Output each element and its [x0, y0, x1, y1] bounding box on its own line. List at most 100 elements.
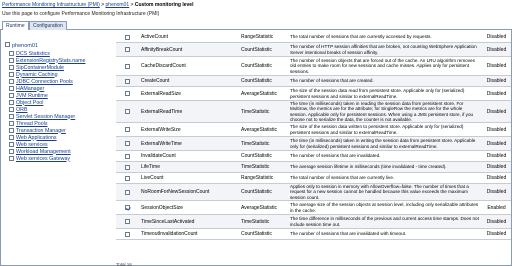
counter-status: Disabled — [486, 189, 507, 195]
row-select-checkbox[interactable] — [124, 141, 130, 146]
tree-item[interactable]: HAManager — [9, 85, 44, 92]
table-row: ActiveCount RangeStatistic The total numbe… — [116, 32, 511, 43]
tree-item-label: Object Pool — [16, 99, 44, 106]
counter-type: AverageStatistic — [241, 90, 278, 97]
breadcrumb-server-link[interactable]: phenom01 — [106, 2, 130, 8]
counter-status: Disabled — [486, 34, 507, 40]
tree-item[interactable]: Thread Pools — [9, 120, 48, 127]
counter-name: ExternalReadTime — [141, 108, 183, 115]
tree-item[interactable]: Transaction Manager — [9, 127, 66, 134]
row-select-checkbox[interactable] — [124, 219, 130, 224]
row-select-checkbox[interactable] — [124, 231, 130, 237]
tree-item-checkbox[interactable] — [9, 58, 14, 63]
table-row: NoRoomForNewSessionCount CountStatistic Ap… — [116, 184, 511, 201]
tree-item-checkbox[interactable] — [9, 86, 14, 91]
tree-item-checkbox[interactable] — [9, 149, 14, 154]
tree-item[interactable]: ORB — [9, 106, 27, 113]
table-row: ExternalWriteTime TimeStatistic The time (… — [116, 137, 511, 151]
tree-item[interactable]: Web Applications — [9, 134, 57, 141]
row-select-checkbox[interactable] — [124, 175, 130, 181]
tree-item-checkbox[interactable] — [9, 93, 14, 98]
tree-item-checkbox[interactable] — [9, 135, 14, 140]
tree-item-checkbox[interactable] — [9, 121, 14, 126]
counter-description: The time (in milliseconds) taken in writ… — [290, 138, 476, 149]
counter-status: Disabled — [486, 46, 507, 53]
tree-item[interactable]: Web services — [9, 141, 48, 148]
tree-item-label: JDBC Connection Pools — [16, 78, 73, 85]
row-select-checkbox[interactable] — [124, 205, 130, 210]
tree-item-checkbox[interactable] — [9, 142, 14, 147]
tree-item[interactable]: JVM Runtime — [9, 92, 48, 99]
tree-item-label: Dynamic Caching — [16, 71, 58, 78]
breadcrumb-pmi-link[interactable]: Performance Monitoring Infrastructure (P… — [2, 2, 100, 8]
table-row: SessionObjectSize AverageStatistic The ave… — [116, 201, 511, 215]
tree-item-label: Transaction Manager — [16, 127, 66, 134]
tree-item[interactable]: Dynamic Caching — [9, 71, 58, 78]
counter-status: Disabled — [486, 218, 507, 225]
counter-description: The time (in milliseconds) taken in read… — [290, 100, 474, 122]
row-select-checkbox[interactable] — [124, 78, 130, 84]
counter-status: Disabled — [486, 78, 507, 84]
row-select-checkbox[interactable] — [124, 109, 130, 114]
tab-bar: Runtime Configuration — [0, 20, 512, 31]
row-select-checkbox[interactable] — [124, 63, 130, 69]
counter-name: AffinityBreakCount — [141, 46, 183, 53]
row-select-checkbox[interactable] — [124, 164, 130, 170]
row-select-checkbox[interactable] — [124, 47, 130, 52]
tree-item[interactable]: Object Pool — [9, 99, 43, 106]
breadcrumb-separator: > — [130, 2, 134, 8]
counter-name: TimeSinceLastActivated — [141, 218, 195, 225]
counter-type: CountStatistic — [241, 46, 272, 53]
counter-name: ExternalWriteSize — [141, 126, 181, 133]
tree-item[interactable]: SipContainerModule — [9, 64, 64, 71]
counter-status: Disabled — [486, 175, 507, 181]
counter-type: TimeStatistic — [241, 108, 270, 115]
tree-item-checkbox[interactable] — [9, 51, 14, 56]
row-select-checkbox[interactable] — [124, 127, 130, 132]
tree-item[interactable]: Workload Management — [9, 148, 71, 155]
row-select-checkbox[interactable] — [124, 91, 130, 96]
tab-configuration[interactable]: Configuration — [29, 21, 67, 30]
counter-type: AverageStatistic — [241, 204, 278, 211]
counter-description: The average size of the session objects … — [290, 202, 479, 213]
table-row: LifeTime TimeStatistic The average session… — [116, 162, 511, 173]
tree-item-label: SipContainerModule — [16, 64, 64, 71]
counter-status: Disabled — [486, 140, 507, 147]
tab-panel: phenom01 DCS Statistics ExtensionRegistr… — [0, 30, 512, 266]
tree-item-checkbox[interactable] — [9, 114, 14, 119]
counter-name: TimeoutInvalidationCount — [141, 231, 198, 237]
row-select-checkbox[interactable] — [124, 34, 130, 40]
counter-description: Applies only to session in memory with A… — [290, 183, 469, 200]
row-select-cell — [116, 162, 138, 172]
row-select-checkbox[interactable] — [124, 189, 130, 195]
counter-type: TimeStatistic — [241, 218, 270, 225]
row-select-cell — [116, 151, 138, 161]
tree-item-checkbox[interactable] — [9, 128, 14, 133]
tree-item-label: Workload Management — [16, 148, 71, 155]
counter-status: Disabled — [486, 108, 507, 115]
tree-item-checkbox[interactable] — [9, 107, 14, 112]
tree-item-checkbox[interactable] — [9, 65, 14, 70]
tree-item-checkbox[interactable] — [9, 156, 14, 161]
tree-root-node[interactable]: phenom01 — [5, 42, 38, 49]
tree-item-label: Servlet Session Manager — [16, 113, 76, 120]
row-select-checkbox[interactable] — [124, 153, 130, 159]
tree-item[interactable]: ExtensionRegistryStats.name — [9, 57, 85, 64]
tree-item-checkbox[interactable] — [9, 79, 14, 84]
tree-item-checkbox[interactable] — [9, 100, 14, 105]
counter-description: The number of HTTP session affinities th… — [290, 44, 477, 55]
counter-type: CountStatistic — [241, 63, 272, 69]
table-row: CacheDiscardCount CountStatistic The numbe… — [116, 57, 511, 76]
counter-description: The average session lifetime in millisec… — [290, 164, 447, 170]
tree-item-checkbox[interactable] — [9, 72, 14, 77]
row-select-cell — [116, 184, 138, 200]
counter-description: The size of the session data written to … — [290, 124, 464, 135]
tree-item-label: ORB — [16, 106, 28, 113]
tree-root-checkbox[interactable] — [5, 42, 10, 47]
counter-type: RangeStatistic — [241, 34, 274, 40]
tree-item[interactable]: DCS Statistics — [9, 50, 50, 57]
tree-item[interactable]: JDBC Connection Pools — [9, 78, 73, 85]
tree-item[interactable]: Web services Gateway — [9, 155, 70, 162]
tree-item[interactable]: Servlet Session Manager — [9, 113, 75, 120]
counter-description: The number of sessions that are invalida… — [290, 153, 381, 159]
